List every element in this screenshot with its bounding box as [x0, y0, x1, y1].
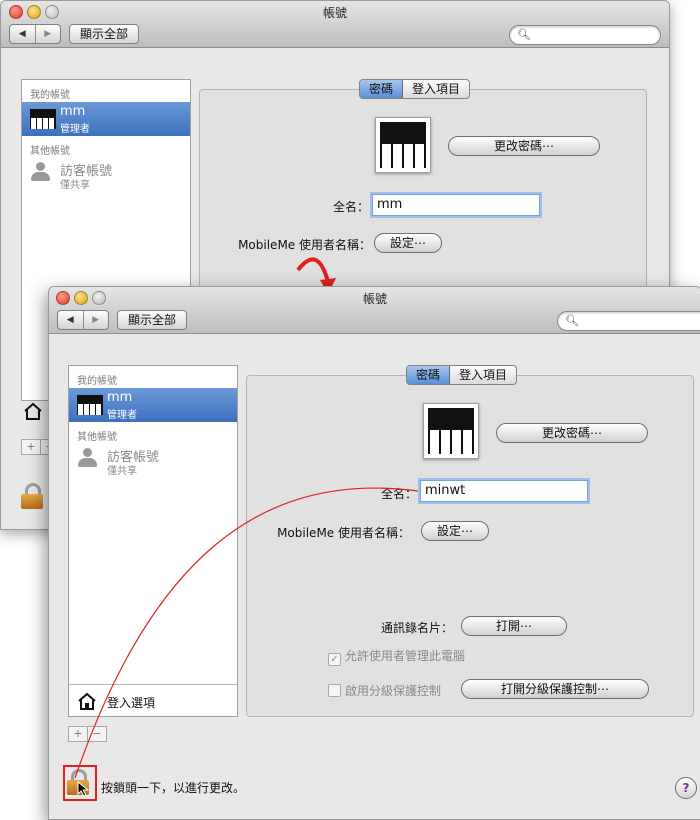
search-field[interactable]: 🔍︎: [509, 25, 661, 45]
other-accounts-header: 其他帳號: [77, 432, 117, 443]
search-icon: 🔍︎: [517, 28, 531, 41]
mobileme-label: MobileMe 使用者名稱：: [277, 526, 410, 540]
tab-password[interactable]: 密碼: [407, 366, 451, 384]
full-name-field[interactable]: mm: [372, 194, 540, 216]
lock-message: 按鎖頭一下，以進行更改。: [101, 781, 246, 795]
piano-icon: [77, 395, 103, 415]
front-window: 帳號 ◀ ▶ 顯示全部 🔍︎ 我的帳號 mm 管理者 其他帳號 訪客帳號 僅共享…: [48, 286, 700, 820]
search-field[interactable]: 🔍︎: [557, 311, 700, 331]
my-accounts-header: 我的帳號: [77, 376, 117, 387]
forward-button[interactable]: ▶: [34, 25, 61, 43]
help-button[interactable]: ?: [675, 777, 697, 799]
other-accounts-header: 其他帳號: [30, 146, 70, 157]
change-password-button[interactable]: 更改密碼⋯: [448, 136, 600, 156]
user-picture[interactable]: [423, 403, 479, 459]
full-name-label: 全名：: [332, 200, 369, 214]
piano-icon: [30, 109, 56, 129]
login-options-icon[interactable]: [23, 401, 43, 421]
account-item-mm[interactable]: mm 管理者: [22, 102, 190, 136]
full-name-label: 全名：: [380, 487, 417, 501]
tab-login-items[interactable]: 登入項目: [403, 80, 469, 98]
setup-button[interactable]: 設定⋯: [421, 521, 489, 541]
show-all-button[interactable]: 顯示全部: [69, 24, 140, 44]
guest-role: 僅共享: [107, 466, 137, 477]
add-account-button[interactable]: +: [22, 440, 40, 454]
open-card-button[interactable]: 打開⋯: [461, 616, 567, 636]
window-title: 帳號: [362, 292, 387, 306]
toolbar: 帳號 ◀ ▶ 顯示全部 🔍︎: [1, 1, 669, 48]
nav-buttons: ◀ ▶: [9, 24, 61, 44]
lock-icon[interactable]: [21, 483, 43, 509]
tab-login-items[interactable]: 登入項目: [450, 366, 516, 384]
back-button[interactable]: ◀: [10, 25, 35, 43]
open-parental-controls-button[interactable]: 打開分級保護控制⋯: [461, 679, 649, 699]
allow-admin-label: 允許使用者管理此電腦: [345, 649, 466, 663]
back-button[interactable]: ◀: [58, 311, 83, 329]
account-name: mm: [107, 390, 133, 405]
setup-button[interactable]: 設定⋯: [374, 233, 442, 253]
account-item-mm[interactable]: mm 管理者: [69, 388, 237, 422]
guest-role: 僅共享: [60, 180, 90, 191]
window-title: 帳號: [322, 6, 347, 20]
parental-controls-label: 啟用分級保護控制: [345, 684, 442, 698]
checkmark-icon: ✓: [328, 653, 341, 666]
account-item-guest[interactable]: 訪客帳號 僅共享: [75, 444, 225, 478]
full-name-field[interactable]: minwt: [420, 480, 588, 502]
change-password-button[interactable]: 更改密碼⋯: [496, 423, 648, 443]
parental-controls-checkbox[interactable]: 啟用分級保護控制: [328, 682, 441, 699]
tab-password[interactable]: 密碼: [360, 80, 404, 98]
account-name: mm: [60, 104, 86, 119]
nav-buttons: ◀ ▶: [57, 310, 109, 330]
address-card-label: 通訊錄名片：: [380, 621, 453, 635]
house-icon: [77, 691, 97, 711]
account-list: 我的帳號 mm 管理者 其他帳號 訪客帳號 僅共享 登入選項: [68, 365, 238, 717]
show-all-button[interactable]: 顯示全部: [117, 310, 188, 330]
user-picture[interactable]: [375, 117, 431, 173]
account-item-guest[interactable]: 訪客帳號 僅共享: [28, 158, 178, 192]
search-icon: 🔍︎: [565, 314, 579, 327]
login-options-row[interactable]: 登入選項: [69, 684, 237, 717]
piano-icon: [428, 408, 474, 454]
remove-account-button[interactable]: −: [87, 727, 106, 741]
toolbar: 帳號 ◀ ▶ 顯示全部 🔍︎: [49, 287, 700, 334]
forward-button[interactable]: ▶: [82, 311, 109, 329]
allow-admin-checkbox[interactable]: ✓ 允許使用者管理此電腦: [328, 647, 465, 666]
cursor-icon: [77, 780, 91, 797]
checkbox-box: [328, 684, 341, 697]
piano-icon: [380, 122, 426, 168]
account-role: 管理者: [60, 124, 90, 135]
my-accounts-header: 我的帳號: [30, 90, 70, 101]
tab-bar: 密碼 登入項目: [406, 365, 518, 385]
add-account-button[interactable]: +: [69, 727, 87, 741]
add-remove-buttons: +−: [68, 726, 107, 742]
tab-bar: 密碼 登入項目: [359, 79, 471, 99]
account-role: 管理者: [107, 410, 137, 421]
login-options-label: 登入選項: [107, 696, 156, 710]
